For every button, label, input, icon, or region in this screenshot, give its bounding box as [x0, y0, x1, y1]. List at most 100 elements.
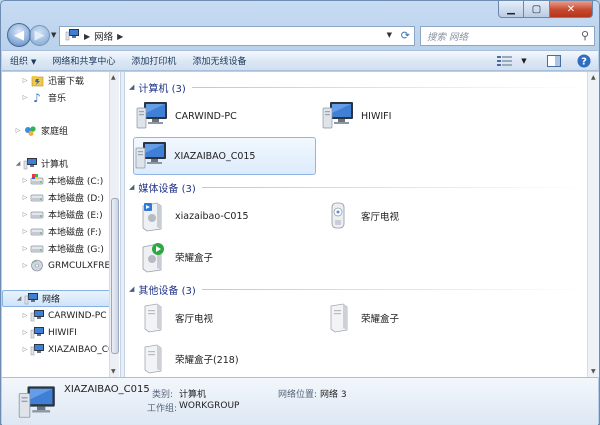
nav-item-drive-f[interactable]: ▷ 本地磁盘 (F:): [20, 223, 102, 240]
group-header-other[interactable]: ◢ 其他设备 (3): [125, 281, 587, 297]
tile-label: 荣耀盒子: [361, 314, 400, 325]
nav-scroll-thumb[interactable]: [111, 198, 119, 354]
scroll-up-icon[interactable]: ▲: [591, 74, 596, 81]
chevron-down-icon: ▼: [31, 58, 37, 66]
thunder-download-icon: [30, 74, 44, 87]
computer-icon: [321, 100, 355, 132]
device-icon: [135, 302, 169, 334]
scroll-up-icon[interactable]: ▲: [111, 74, 116, 81]
expand-arrow-icon[interactable]: ▷: [20, 329, 30, 336]
drive-icon: [30, 225, 44, 238]
back-button[interactable]: ◀: [7, 23, 31, 47]
nav-item-label: CARWIND-PC: [48, 310, 107, 321]
collapse-group-icon[interactable]: ◢: [129, 285, 134, 293]
breadcrumb-separator-icon[interactable]: ▶: [84, 32, 90, 41]
nav-item-label: 本地磁盘 (D:): [48, 194, 104, 204]
collapse-arrow-icon[interactable]: ◢: [13, 160, 23, 167]
tile-other-honor-box-218[interactable]: 荣耀盒子(218): [135, 341, 315, 377]
tile-hiwifi[interactable]: HIWIFI: [321, 98, 501, 134]
maximize-button[interactable]: ▢: [524, 1, 550, 18]
nav-item-label: HIWIFI: [48, 327, 77, 338]
nav-item-drive-c[interactable]: ▷ 本地磁盘 (C:): [20, 172, 103, 189]
add-printer-button[interactable]: 添加打印机: [123, 54, 184, 67]
nav-item-computer[interactable]: ◢ 计算机: [13, 155, 68, 172]
tile-carwind-pc[interactable]: CARWIND-PC: [135, 98, 315, 134]
breadcrumb-network[interactable]: 网络: [94, 29, 113, 43]
address-dropdown-icon[interactable]: ▼: [387, 31, 392, 39]
expand-arrow-icon[interactable]: ▷: [20, 346, 30, 353]
expand-arrow-icon[interactable]: ▷: [20, 177, 30, 184]
group-divider: [191, 86, 587, 88]
close-button[interactable]: ✕: [550, 1, 593, 18]
expand-arrow-icon[interactable]: ▷: [20, 77, 30, 84]
organize-button[interactable]: 组织 ▼: [2, 54, 44, 67]
expand-arrow-icon[interactable]: ▷: [20, 262, 30, 269]
nav-item-xiazaibao[interactable]: ▷ XIAZAIBAO_C015: [20, 341, 120, 358]
expand-arrow-icon[interactable]: ▷: [20, 245, 30, 252]
nav-item-network[interactable]: ◢ 网络: [2, 290, 119, 307]
add-wireless-button[interactable]: 添加无线设备: [184, 54, 254, 67]
maximize-icon: ▢: [531, 3, 542, 15]
nav-item-homegroup[interactable]: ▷ 家庭组: [13, 122, 68, 139]
tile-xiazaibao-c015[interactable]: XIAZAIBAO_C015: [133, 137, 316, 175]
expand-arrow-icon[interactable]: ▷: [20, 194, 30, 201]
expand-arrow-icon[interactable]: ▷: [20, 312, 30, 319]
search-placeholder: 搜索 网络: [427, 32, 469, 43]
address-bar[interactable]: ▶ 网络 ▶ ▼ ⟳: [59, 26, 415, 46]
group-header-media[interactable]: ◢ 媒体设备 (3): [125, 179, 587, 195]
network-center-button[interactable]: 网络和共享中心: [44, 54, 123, 67]
search-input[interactable]: 搜索 网络 ⚲: [420, 26, 595, 46]
tile-label: xiazaibao-C015: [175, 210, 249, 222]
preview-pane-icon[interactable]: [546, 53, 562, 68]
content-scrollbar[interactable]: ▲ ▼: [587, 72, 599, 377]
computer-icon: [134, 140, 168, 172]
group-header-computers[interactable]: ◢ 计算机 (3): [125, 79, 587, 95]
expand-arrow-icon[interactable]: ▷: [20, 228, 30, 235]
close-icon: ✕: [566, 3, 576, 15]
computer-icon: [16, 384, 58, 422]
nav-item-drive-d[interactable]: ▷ 本地磁盘 (D:): [20, 189, 104, 206]
tile-label: XIAZAIBAO_C015: [174, 150, 256, 162]
scroll-down-icon[interactable]: ▼: [111, 368, 116, 375]
breadcrumb-separator-icon[interactable]: ▶: [117, 32, 123, 41]
collapse-group-icon[interactable]: ◢: [129, 183, 134, 191]
tile-media-honor-box[interactable]: 荣耀盒子: [135, 239, 315, 275]
tile-label: 荣耀盒子: [175, 253, 214, 264]
nav-item-drive-e[interactable]: ▷ 本地磁盘 (E:): [20, 206, 103, 223]
change-view-icon[interactable]: [496, 53, 512, 68]
minimize-button[interactable]: ▁: [498, 1, 524, 18]
media-player-icon: [321, 200, 355, 232]
nav-scrollbar[interactable]: ▲ ▼: [109, 72, 119, 377]
refresh-icon[interactable]: ⟳: [401, 29, 410, 42]
search-icon[interactable]: ⚲: [581, 29, 589, 42]
expand-arrow-icon[interactable]: ▷: [13, 127, 23, 134]
network-icon: [24, 292, 38, 305]
tile-other-tv[interactable]: 客厅电视: [135, 300, 315, 336]
computer-icon: [135, 100, 169, 132]
homegroup-icon: [23, 124, 37, 137]
details-location-key: 网络位置:: [278, 390, 318, 400]
forward-button[interactable]: ▶: [29, 25, 50, 46]
nav-item-drive-g[interactable]: ▷ 本地磁盘 (G:): [20, 240, 104, 257]
nav-item-hiwifi[interactable]: ▷ HIWIFI: [20, 324, 77, 341]
tile-label: CARWIND-PC: [175, 110, 237, 122]
nav-item-carwind-pc[interactable]: ▷ CARWIND-PC: [20, 307, 107, 324]
tile-media-tv[interactable]: 客厅电视: [321, 198, 501, 234]
expand-arrow-icon[interactable]: ▷: [20, 211, 30, 218]
nav-item-label: 家庭组: [41, 127, 69, 137]
help-icon[interactable]: ?: [576, 53, 592, 68]
recent-pages-dropdown[interactable]: ▼: [51, 31, 56, 39]
nav-item-label: 计算机: [41, 160, 69, 170]
nav-item-dvd-drive[interactable]: ▷ GRMCULXFRER: [20, 257, 116, 274]
details-category-value: 计算机: [179, 390, 207, 400]
view-dropdown-icon[interactable]: ▼: [516, 53, 532, 68]
collapse-arrow-icon[interactable]: ◢: [14, 295, 24, 302]
drive-icon: [30, 191, 44, 204]
collapse-group-icon[interactable]: ◢: [129, 83, 134, 91]
nav-item-music[interactable]: ▷ ♪ 音乐: [20, 89, 66, 106]
tile-other-honor-box[interactable]: 荣耀盒子: [321, 300, 501, 336]
nav-item-thunder-download[interactable]: ▷ 迅雷下载: [20, 72, 84, 89]
expand-arrow-icon[interactable]: ▷: [20, 94, 30, 101]
scroll-down-icon[interactable]: ▼: [591, 368, 596, 375]
tile-media-xiazaibao[interactable]: xiazaibao-C015: [135, 198, 315, 234]
